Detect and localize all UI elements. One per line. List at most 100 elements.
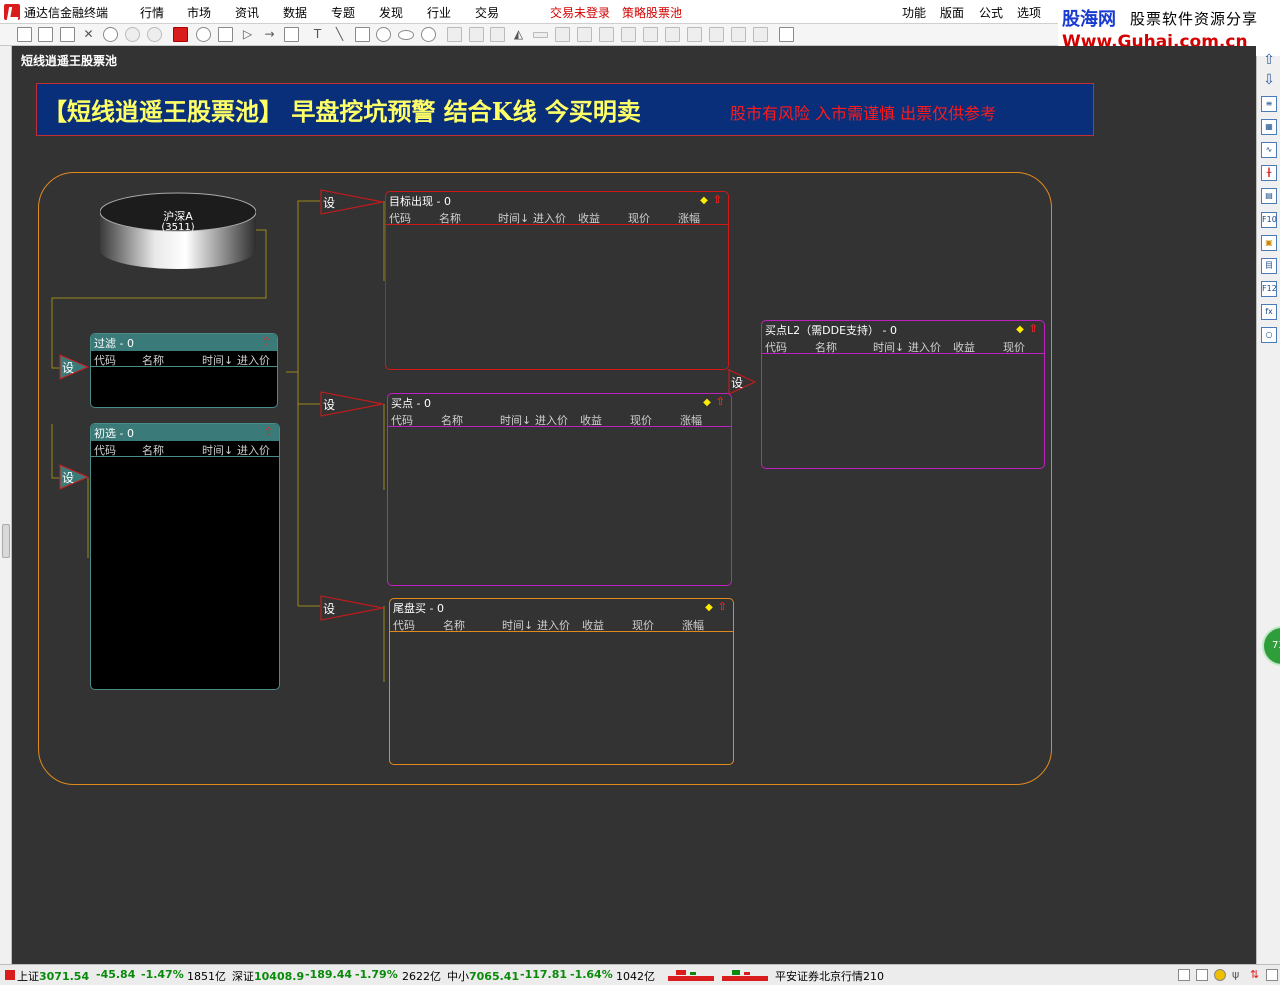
l2-set-node[interactable]: 设	[728, 369, 757, 395]
source-database[interactable]: 沪深A (3511)	[99, 192, 257, 270]
signal-icon[interactable]: ψ	[1232, 968, 1239, 981]
list-icon[interactable]: ▦	[1261, 119, 1277, 135]
col-entry-price[interactable]: 进入价	[537, 617, 570, 633]
menu-market[interactable]: 市场	[187, 4, 211, 21]
menu-news[interactable]: 资讯	[235, 4, 259, 21]
fill-icon[interactable]: ◭	[511, 27, 526, 42]
col-price[interactable]: 现价	[632, 617, 654, 633]
layer-icon[interactable]	[490, 27, 505, 42]
strategy-pool-link[interactable]: 策略股票池	[622, 4, 682, 21]
col-change[interactable]: 涨幅	[680, 412, 702, 428]
notes-icon[interactable]: ▣	[1261, 235, 1277, 251]
menu-quotes[interactable]: 行情	[140, 4, 164, 21]
arrow-right-icon[interactable]: →	[262, 27, 277, 42]
col-profit[interactable]: 收益	[582, 617, 604, 633]
quote-icon[interactable]: ≡	[1261, 96, 1277, 112]
target-pool-panel[interactable]: 目标出现 - 0 ◆ ⇧ 代码 名称 时间↓ 进入价 收益 现价 涨幅	[385, 191, 729, 370]
play-icon[interactable]	[103, 27, 118, 42]
col-time[interactable]: 时间↓	[502, 617, 533, 633]
align-left-icon[interactable]	[555, 27, 570, 42]
col-code[interactable]: 代码	[94, 352, 116, 368]
window-icon[interactable]	[1196, 969, 1208, 981]
copy-icon[interactable]	[284, 27, 299, 42]
menu-formula[interactable]: 公式	[979, 4, 1003, 21]
col-name[interactable]: 名称	[439, 210, 461, 226]
menu-functions[interactable]: 功能	[902, 4, 926, 21]
node-icon[interactable]	[196, 27, 211, 42]
kline-icon[interactable]: ╫	[1261, 165, 1277, 181]
menu-options[interactable]: 选项	[1017, 4, 1041, 21]
buy-pool-panel[interactable]: 买点 - 0 ◆ ⇧ 代码 名称 时间↓ 进入价 收益 现价 涨幅	[387, 393, 732, 586]
ellipse-tool-icon[interactable]	[398, 30, 414, 40]
zx-index[interactable]: 中小7065.41	[447, 968, 519, 984]
col-time[interactable]: 时间↓	[873, 339, 904, 355]
export-arrow-icon[interactable]: ⇧	[1029, 322, 1038, 335]
col-entry-price[interactable]: 进入价	[908, 339, 941, 355]
up-down-icon[interactable]: ⇅	[1250, 968, 1259, 981]
diamond-icon[interactable]: ◆	[705, 602, 713, 613]
open-icon[interactable]	[38, 27, 53, 42]
collapse-handle[interactable]	[2, 524, 10, 558]
col-time[interactable]: 时间↓	[202, 352, 233, 368]
same-width-icon[interactable]	[731, 27, 746, 42]
col-name[interactable]: 名称	[142, 352, 164, 368]
col-name[interactable]: 名称	[443, 617, 465, 633]
diamond-icon[interactable]: ◆	[703, 397, 711, 408]
report-icon[interactable]: 目	[1261, 258, 1277, 274]
layout-icon[interactable]	[1178, 969, 1190, 981]
export-arrow-icon[interactable]: ⇧	[718, 600, 727, 613]
menu-discover[interactable]: 发现	[379, 4, 403, 21]
col-change[interactable]: 涨幅	[682, 617, 704, 633]
diamond-icon[interactable]: ◆	[1016, 324, 1024, 335]
menu-industry[interactable]: 行业	[427, 4, 451, 21]
col-entry-price[interactable]: 进入价	[237, 352, 270, 368]
col-profit[interactable]: 收益	[953, 339, 975, 355]
circle-tool-icon[interactable]	[421, 27, 436, 42]
menu-trade[interactable]: 交易	[475, 4, 499, 21]
col-price[interactable]: 现价	[630, 412, 652, 428]
sz-index[interactable]: 深证10408.9	[232, 968, 304, 984]
col-change[interactable]: 涨幅	[678, 210, 700, 226]
col-code[interactable]: 代码	[393, 617, 415, 633]
delete-icon[interactable]: ✕	[81, 27, 96, 42]
col-time[interactable]: 时间↓	[202, 442, 233, 458]
same-height-icon[interactable]	[753, 27, 768, 42]
align-right-icon[interactable]	[599, 27, 614, 42]
trend-chart-icon[interactable]: ∿	[1261, 142, 1277, 158]
col-price[interactable]: 现价	[628, 210, 650, 226]
col-price[interactable]: 现价	[1003, 339, 1025, 355]
trade-login-status[interactable]: 交易未登录	[550, 4, 610, 21]
col-name[interactable]: 名称	[815, 339, 837, 355]
pause-icon[interactable]	[125, 27, 140, 42]
diamond-icon[interactable]: ◆	[700, 195, 708, 206]
rounded-rect-icon[interactable]	[376, 27, 391, 42]
col-entry-price[interactable]: 进入价	[237, 442, 270, 458]
align-bottom-icon[interactable]	[665, 27, 680, 42]
col-name[interactable]: 名称	[142, 442, 164, 458]
formula-icon[interactable]: fx	[1261, 304, 1277, 320]
sh-index[interactable]: 上证3071.54	[17, 968, 89, 984]
filter-pool-panel[interactable]: 过滤 - 0 ⇧ 代码 名称 时间↓ 进入价	[90, 333, 278, 408]
col-code[interactable]: 代码	[389, 210, 411, 226]
arrow-down-icon[interactable]: ⇩	[1261, 72, 1277, 88]
text-tool-icon[interactable]: T	[310, 27, 325, 42]
alert-icon[interactable]	[1214, 969, 1226, 981]
tail-set-node[interactable]: 设	[320, 595, 384, 621]
col-code[interactable]: 代码	[94, 442, 116, 458]
l2-buy-pool-panel[interactable]: 买点L2（需DDE支持） - 0 ◆ ⇧ 代码 名称 时间↓ 进入价 收益 现价	[761, 320, 1045, 469]
align-top-icon[interactable]	[621, 27, 636, 42]
menu-topics[interactable]: 专题	[331, 4, 355, 21]
tail-buy-pool-panel[interactable]: 尾盘买 - 0 ◆ ⇧ 代码 名称 时间↓ 进入价 收益 现价 涨幅	[389, 598, 734, 765]
arrow-up-icon[interactable]: ⇧	[1261, 52, 1277, 68]
initial-pool-panel[interactable]: 初选 - 0 ⇧ 代码 名称 时间↓ 进入价	[90, 423, 280, 690]
pointer-icon[interactable]	[173, 27, 188, 42]
rect-tool-icon[interactable]	[355, 27, 370, 42]
grid-icon[interactable]	[779, 27, 794, 42]
target-set-node[interactable]: 设	[320, 189, 384, 215]
filter-set-node[interactable]: 设	[59, 354, 90, 380]
line-style-icon[interactable]	[533, 32, 548, 38]
distribute-h-icon[interactable]	[687, 27, 702, 42]
col-profit[interactable]: 收益	[578, 210, 600, 226]
buy-set-node[interactable]: 设	[320, 391, 384, 417]
f12-icon[interactable]: F12	[1261, 281, 1277, 297]
